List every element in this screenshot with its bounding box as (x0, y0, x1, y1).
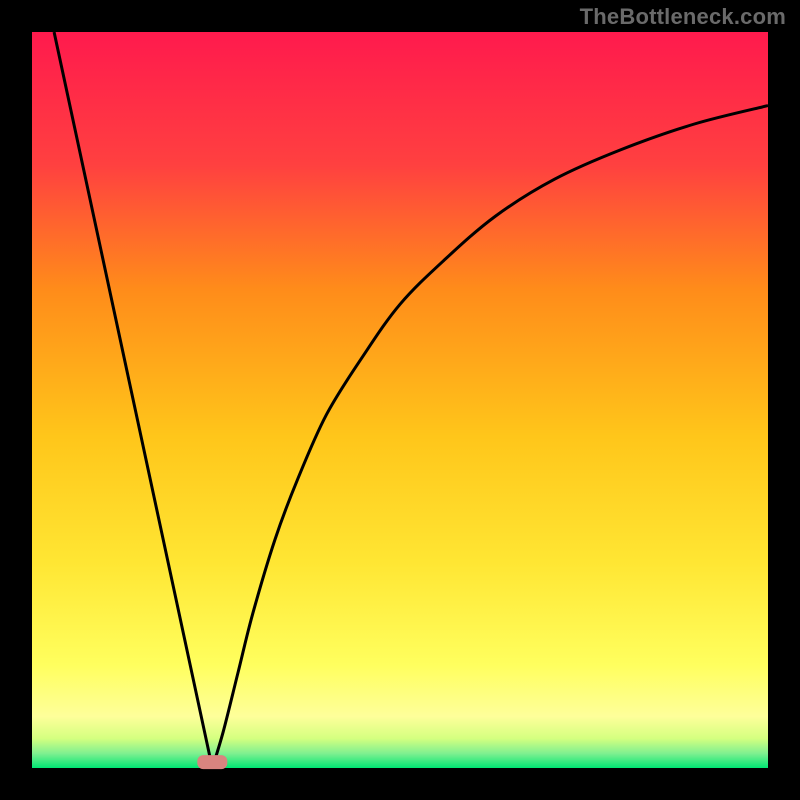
watermark-text: TheBottleneck.com (580, 4, 786, 30)
chart-container: TheBottleneck.com (0, 0, 800, 800)
bottleneck-chart (0, 0, 800, 800)
plot-area (32, 32, 768, 768)
minimum-marker (197, 755, 227, 769)
